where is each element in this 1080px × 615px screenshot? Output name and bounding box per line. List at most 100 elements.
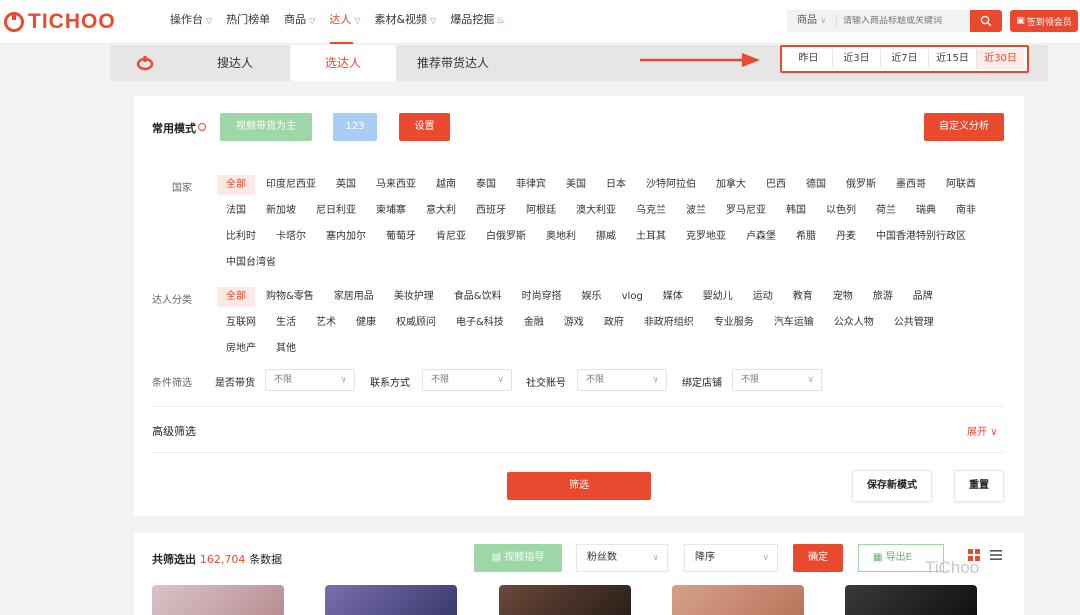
category-option[interactable]: 教育 [784, 287, 822, 307]
category-option[interactable]: 美妆护理 [385, 287, 443, 307]
category-option[interactable]: 公共管理 [885, 313, 943, 333]
category-option[interactable]: 游戏 [555, 313, 593, 333]
country-option[interactable]: 比利时 [217, 227, 265, 247]
country-option[interactable]: 肯尼亚 [427, 227, 475, 247]
cond-select-contact[interactable]: 不限 ∨ [422, 369, 512, 391]
settings-button[interactable]: 设置 [399, 113, 450, 141]
country-option[interactable]: 中国香港特别行政区 [867, 227, 975, 247]
category-option[interactable]: 艺术 [307, 313, 345, 333]
country-option[interactable]: 巴西 [757, 175, 795, 195]
country-option[interactable]: 美国 [557, 175, 595, 195]
category-option[interactable]: 其他 [267, 339, 305, 359]
nav-item-hot-product-mining[interactable]: 爆品挖掘 ♨ [443, 0, 511, 44]
help-icon[interactable] [198, 123, 206, 131]
country-option[interactable]: 葡萄牙 [377, 227, 425, 247]
category-option[interactable]: 购物&零售 [257, 287, 323, 307]
category-option[interactable]: 宠物 [824, 287, 862, 307]
country-option[interactable]: 马来西亚 [367, 175, 425, 195]
category-option[interactable]: 房地产 [217, 339, 265, 359]
category-option[interactable]: 媒体 [654, 287, 692, 307]
category-option[interactable]: 全部 [217, 287, 255, 307]
country-option[interactable]: 俄罗斯 [837, 175, 885, 195]
category-option[interactable]: 互联网 [217, 313, 265, 333]
country-option[interactable]: 罗马尼亚 [717, 201, 775, 221]
category-option[interactable]: 政府 [595, 313, 633, 333]
range-7-days[interactable]: 近7日 [881, 49, 929, 69]
category-option[interactable]: 专业服务 [705, 313, 763, 333]
country-option[interactable]: 克罗地亚 [677, 227, 735, 247]
country-option[interactable]: 沙特阿拉伯 [637, 175, 705, 195]
confirm-sort-button[interactable]: 确定 [793, 544, 843, 572]
range-3-days[interactable]: 近3日 [833, 49, 881, 69]
category-option[interactable]: 运动 [744, 287, 782, 307]
nav-item-products[interactable]: 商品 ▽ [277, 0, 322, 44]
country-option[interactable]: 奥地利 [537, 227, 585, 247]
country-option[interactable]: 越南 [427, 175, 465, 195]
list-view-icon[interactable] [990, 549, 1002, 561]
country-option[interactable]: 新加坡 [257, 201, 305, 221]
country-option[interactable]: 挪威 [587, 227, 625, 247]
creator-card-thumbnail[interactable] [845, 585, 977, 615]
country-option[interactable]: 西班牙 [467, 201, 515, 221]
category-option[interactable]: 时尚穿搭 [513, 287, 571, 307]
nav-item-console[interactable]: 操作台 ▽ [163, 0, 219, 44]
preset-mode-123[interactable]: 123 [333, 113, 377, 141]
country-option[interactable]: 希腊 [787, 227, 825, 247]
country-option[interactable]: 阿根廷 [517, 201, 565, 221]
category-option[interactable]: 婴幼儿 [694, 287, 742, 307]
category-option[interactable]: 汽车运输 [765, 313, 823, 333]
category-option[interactable]: 非政府组织 [635, 313, 703, 333]
creator-card-thumbnail[interactable] [152, 585, 284, 615]
creator-card-thumbnail[interactable] [499, 585, 631, 615]
country-option[interactable]: 泰国 [467, 175, 505, 195]
search-button[interactable] [970, 10, 1002, 32]
country-option[interactable]: 柬埔寨 [367, 201, 415, 221]
range-30-days[interactable]: 近30日 [977, 49, 1024, 69]
tab-search-creators[interactable]: 搜达人 [180, 45, 290, 81]
custom-analysis-button[interactable]: 自定义分析 [924, 113, 1004, 141]
country-option[interactable]: 瑞典 [907, 201, 945, 221]
category-option[interactable]: 健康 [347, 313, 385, 333]
sort-order-select[interactable]: 降序 ∨ [684, 544, 778, 572]
country-option[interactable]: 荷兰 [867, 201, 905, 221]
country-option[interactable]: 阿联酋 [937, 175, 985, 195]
category-option[interactable]: 家居用品 [325, 287, 383, 307]
country-option[interactable]: 南非 [947, 201, 985, 221]
video-guide-button[interactable]: ▤ 视频指导 [474, 544, 562, 572]
creator-card-thumbnail[interactable] [325, 585, 457, 615]
category-option[interactable]: vlog [613, 287, 652, 307]
save-new-mode-button[interactable]: 保存新模式 [852, 470, 932, 502]
country-option[interactable]: 墨西哥 [887, 175, 935, 195]
cond-select-sells-goods[interactable]: 不限 ∨ [265, 369, 355, 391]
country-option[interactable]: 英国 [327, 175, 365, 195]
tab-select-creators[interactable]: 选达人 [290, 45, 396, 81]
tab-recommended-creators[interactable]: 推荐带货达人 [396, 45, 510, 81]
country-option[interactable]: 加拿大 [707, 175, 755, 195]
country-option[interactable]: 法国 [217, 201, 255, 221]
category-option[interactable]: 旅游 [864, 287, 902, 307]
country-option[interactable]: 韩国 [777, 201, 815, 221]
country-option[interactable]: 丹麦 [827, 227, 865, 247]
range-15-days[interactable]: 近15日 [929, 49, 977, 69]
country-option[interactable]: 白俄罗斯 [477, 227, 535, 247]
country-option[interactable]: 尼日利亚 [307, 201, 365, 221]
reset-button[interactable]: 重置 [954, 470, 1004, 502]
nav-item-creators[interactable]: 达人 ▽ [322, 0, 367, 44]
country-option[interactable]: 波兰 [677, 201, 715, 221]
nav-item-hot-rankings[interactable]: 热门榜单 [219, 0, 277, 44]
category-option[interactable]: 品牌 [904, 287, 942, 307]
search-input[interactable] [837, 16, 967, 26]
country-option[interactable]: 土耳其 [627, 227, 675, 247]
category-option[interactable]: 权威顾问 [387, 313, 445, 333]
country-option[interactable]: 日本 [597, 175, 635, 195]
expand-advanced-toggle[interactable]: 展开 ∨ [967, 423, 998, 438]
search-category-select[interactable]: 商品 ∨ [787, 14, 837, 28]
category-option[interactable]: 食品&饮料 [445, 287, 511, 307]
category-option[interactable]: 娱乐 [573, 287, 611, 307]
country-option[interactable]: 卢森堡 [737, 227, 785, 247]
creator-card-thumbnail[interactable] [672, 585, 804, 615]
country-option[interactable]: 塞内加尔 [317, 227, 375, 247]
category-option[interactable]: 电子&科技 [447, 313, 513, 333]
country-option[interactable]: 全部 [217, 175, 255, 195]
filter-submit-button[interactable]: 筛选 [507, 472, 651, 500]
